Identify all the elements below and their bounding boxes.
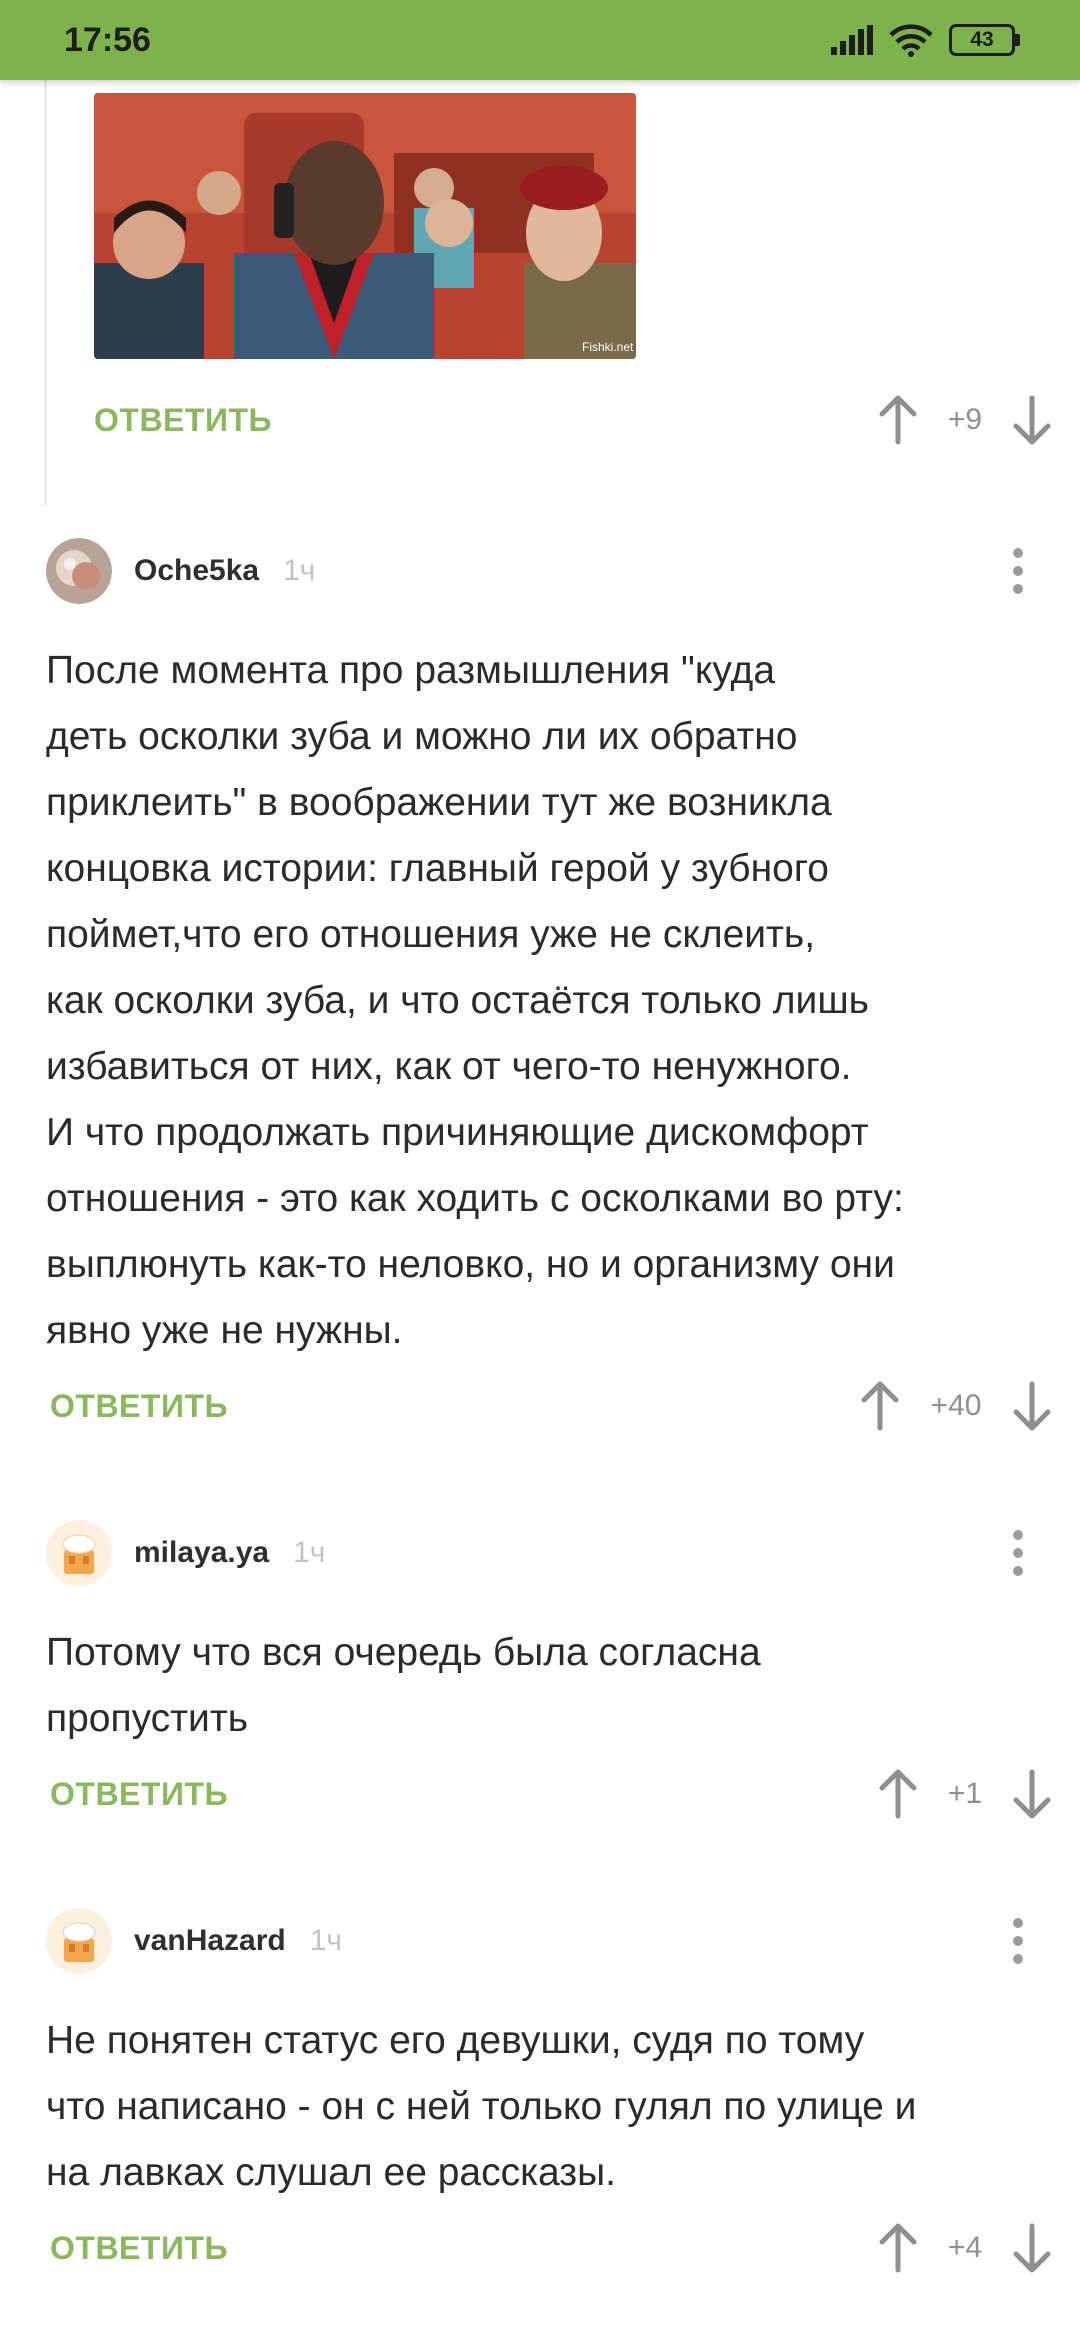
upvote-icon[interactable] [876,2222,920,2274]
battery-icon: 43 [949,24,1020,56]
comment-image[interactable]: Fishki.net [94,93,636,359]
downvote-icon[interactable] [1010,394,1054,446]
signal-icon [831,25,873,55]
battery-level: 43 [970,28,994,51]
upvote-icon[interactable] [876,394,920,446]
comment-text: Потому что вся очередь была согласна про… [46,1620,1036,1752]
comment-line: поймет,что его отношения уже не склеить, [46,913,816,956]
avatar[interactable] [46,1520,112,1586]
reply-button[interactable]: ОТВЕТИТЬ [50,2230,228,2267]
username[interactable]: Oche5ka [134,554,259,588]
username[interactable]: vanHazard [134,1924,286,1958]
comment-line: После момента про размышления "куда [46,649,776,692]
comment-line: как осколки зуба, и что остаётся только … [46,979,869,1022]
image-watermark: Fishki.net [582,340,634,354]
comment-line: что написано - он с ней только гулял по … [46,2085,917,2128]
comment-actions: ОТВЕТИТЬ +40 [50,1376,1054,1436]
more-options-icon[interactable] [1000,541,1036,601]
upvote-icon[interactable] [876,1768,920,1820]
comment-line: Не понятен статус его девушки, судя по т… [46,2019,865,2062]
status-icons: 43 [831,23,1020,57]
comment-header: Oche5ka 1ч [46,538,1036,604]
reply-button[interactable]: ОТВЕТИТЬ [50,1388,228,1425]
vote-controls: +4 [876,2222,1054,2274]
comment-actions: ОТВЕТИТЬ +9 [94,390,1054,450]
reply-button[interactable]: ОТВЕТИТЬ [50,1776,228,1813]
wifi-icon [889,24,933,57]
comment-line: явно уже не нужны. [46,1309,403,1352]
comment-line: И что продолжать причиняющие дискомфорт [46,1111,869,1154]
avatar[interactable] [46,538,112,604]
comment-line: приклеить" в воображении тут же возникла [46,781,832,824]
comment-time: 1ч [283,554,316,587]
comment-line: на лавках слушал ее рассказы. [46,2151,617,2194]
more-options-icon[interactable] [1000,1911,1036,1971]
username[interactable]: milaya.ya [134,1536,269,1570]
comment-line: пропустить [46,1697,249,1740]
comment-line: деть осколки зуба и можно ли их обратно [46,715,798,758]
more-options-icon[interactable] [1000,1523,1036,1583]
comment-line: концовка истории: главный герой у зубног… [46,847,829,890]
comment-score: +9 [947,403,983,436]
vote-controls: +40 [858,1380,1054,1432]
comment-score: +1 [947,1777,983,1810]
downvote-icon[interactable] [1010,2222,1054,2274]
comment-line: Потому что вся очередь была согласна [46,1631,761,1674]
comment-header: vanHazard 1ч [46,1908,1036,1974]
status-bar: 17:56 43 [0,0,1080,80]
comment-time: 1ч [293,1536,326,1569]
downvote-icon[interactable] [1010,1768,1054,1820]
comment-line: отношения - это как ходить с осколками в… [46,1177,904,1220]
comment-actions: ОТВЕТИТЬ +4 [50,2218,1054,2278]
comment-text: Не понятен статус его девушки, судя по т… [46,2008,1036,2206]
thread-line [44,80,47,505]
upvote-icon[interactable] [858,1380,902,1432]
vote-controls: +9 [876,394,1054,446]
comment-text: После момента про размышления "куда деть… [46,638,1036,1364]
comment-actions: ОТВЕТИТЬ +1 [50,1764,1054,1824]
comment-score: +40 [930,1389,982,1422]
comment-time: 1ч [309,1924,343,1957]
comment-line: избавиться от них, как от чего-то ненужн… [46,1045,852,1088]
reply-button[interactable]: ОТВЕТИТЬ [94,402,272,439]
comment-score: +4 [947,2231,983,2264]
status-time: 17:56 [64,20,151,59]
comment-header: milaya.ya 1ч [46,1520,1036,1586]
downvote-icon[interactable] [1010,1380,1054,1432]
vote-controls: +1 [876,1768,1054,1820]
comment-line: выплюнуть как-то неловко, но и организму… [46,1243,895,1286]
avatar[interactable] [46,1908,112,1974]
